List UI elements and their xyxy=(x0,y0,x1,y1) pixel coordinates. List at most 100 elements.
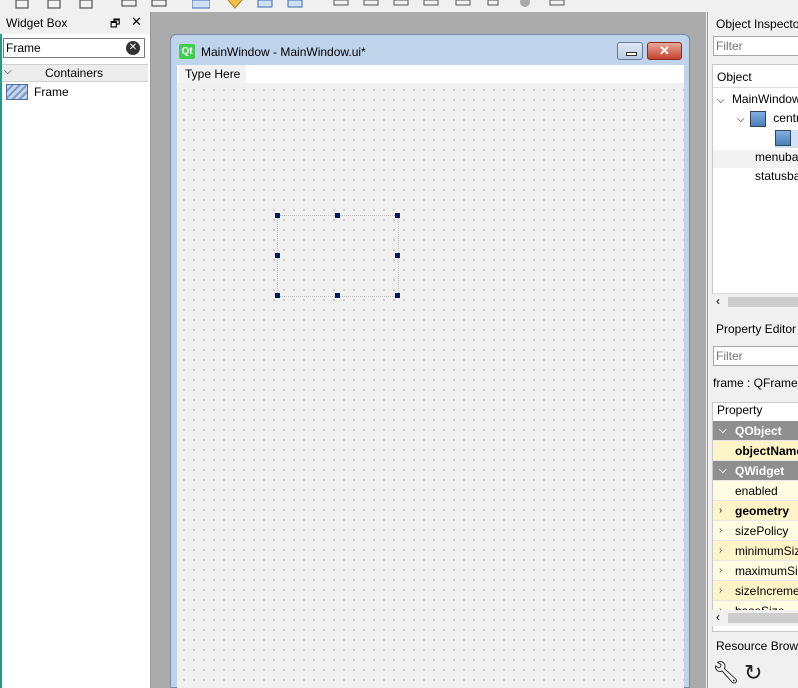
property-editor-title: Property Editor xyxy=(716,322,797,336)
float-icon[interactable]: 🗗 xyxy=(110,15,120,34)
widget-box-titlebar: Widget Box 🗗 ✕ xyxy=(0,12,150,34)
tree-item-statusbar[interactable]: statusbar xyxy=(755,169,798,183)
widget-box-title: Widget Box xyxy=(6,16,68,30)
property-header[interactable]: Property xyxy=(713,403,798,422)
object-inspector-titlebar: Object Inspector xyxy=(708,12,798,34)
property-maximumsize[interactable]: › maximumSize xyxy=(713,561,798,581)
tree-item-label: statusbar xyxy=(755,169,798,183)
selected-frame[interactable] xyxy=(275,213,400,298)
category-containers[interactable]: ⌵ Containers xyxy=(0,64,148,82)
qt-logo-icon: Qt xyxy=(179,44,195,59)
tree-item-mainwindow[interactable]: ⌵ MainWindow xyxy=(717,92,798,106)
object-tree-scrollbar[interactable]: ‹ xyxy=(712,293,798,310)
chevron-down-icon: ⌵ xyxy=(717,95,725,106)
form-canvas[interactable] xyxy=(177,83,684,688)
resize-handle-tl[interactable] xyxy=(275,213,280,218)
close-button[interactable]: ✕ xyxy=(647,42,682,60)
object-tree-header[interactable]: Object xyxy=(717,70,752,84)
object-filter-input[interactable] xyxy=(714,37,798,55)
property-enabled[interactable]: enabled xyxy=(713,481,798,501)
property-table: Property ⌵ QObject objectName ⌵ QWidget … xyxy=(712,402,798,632)
layout-grid-icon[interactable] xyxy=(422,0,440,9)
resource-browser-title: Resource Browser xyxy=(716,639,798,653)
undo-icon[interactable] xyxy=(120,0,138,9)
clear-filter-icon[interactable]: ✕ xyxy=(126,41,140,55)
adjust-size-icon[interactable] xyxy=(516,0,534,9)
break-layout-icon[interactable] xyxy=(486,0,504,9)
reload-icon[interactable]: ↻ xyxy=(744,660,762,686)
scroll-thumb[interactable] xyxy=(728,297,798,307)
widget-filter-input[interactable] xyxy=(4,39,123,57)
object-inspector-filter[interactable] xyxy=(713,36,798,56)
resize-handle-bc[interactable] xyxy=(335,293,340,298)
resource-browser-titlebar: Resource Browser xyxy=(708,634,798,656)
widget-box-panel: Widget Box 🗗 ✕ ✕ ⌵ Containers Frame xyxy=(0,12,151,688)
resize-handle-mr[interactable] xyxy=(395,253,400,258)
form-titlebar[interactable]: Qt MainWindow - MainWindow.ui* ✕ xyxy=(171,35,689,64)
tree-item-frame[interactable] xyxy=(775,130,798,148)
resize-handle-bl[interactable] xyxy=(275,293,280,298)
scroll-left-icon[interactable]: ‹ xyxy=(716,294,720,308)
property-group-qobject[interactable]: ⌵ QObject xyxy=(713,421,798,441)
redo-icon[interactable] xyxy=(150,0,168,9)
frame-icon xyxy=(6,84,28,100)
chevron-right-icon[interactable]: › xyxy=(719,581,722,601)
close-icon[interactable]: ✕ xyxy=(131,14,142,30)
chevron-down-icon: ⌵ xyxy=(737,114,745,126)
property-table-scrollbar[interactable]: ‹ xyxy=(712,610,798,626)
form-menubar[interactable]: Type Here xyxy=(177,65,684,83)
preview-icon[interactable] xyxy=(548,0,566,9)
scroll-left-icon[interactable]: ‹ xyxy=(716,610,720,624)
object-tree: Object ⌵ MainWindow ⌵ centralwidget menu… xyxy=(712,64,798,309)
layout-splitter-icon[interactable] xyxy=(392,0,410,9)
chevron-down-icon: ⌵ xyxy=(719,425,727,436)
edit-signals-icon[interactable] xyxy=(226,0,244,9)
chevron-right-icon[interactable]: › xyxy=(719,501,722,521)
right-dock: Object Inspector Object ⌵ MainWindow ⌵ c… xyxy=(707,12,798,688)
resize-handle-ml[interactable] xyxy=(275,253,280,258)
property-filter-input[interactable] xyxy=(714,347,798,365)
property-editor-filter[interactable] xyxy=(713,346,798,366)
chevron-right-icon[interactable]: › xyxy=(719,541,722,561)
category-label: Containers xyxy=(44,66,104,80)
property-sizepolicy[interactable]: › sizePolicy xyxy=(713,521,798,541)
widget-item-frame[interactable]: Frame xyxy=(6,84,69,100)
chevron-right-icon[interactable]: › xyxy=(719,561,722,581)
layout-horizontal-icon[interactable] xyxy=(332,0,350,9)
resize-handle-tr[interactable] xyxy=(395,213,400,218)
edit-tab-order-icon[interactable] xyxy=(286,0,304,9)
edit-buddies-icon[interactable] xyxy=(256,0,274,9)
tree-item-centralwidget[interactable]: ⌵ centralwidget xyxy=(737,111,798,127)
tree-item-label: MainWindow xyxy=(731,92,798,106)
toolbar xyxy=(0,0,798,11)
widget-box-filter[interactable]: ✕ xyxy=(3,38,145,58)
property-object-label: frame : QFrame xyxy=(713,376,798,390)
resize-handle-tc[interactable] xyxy=(335,213,340,218)
property-geometry[interactable]: › geometry xyxy=(713,501,798,521)
property-objectname[interactable]: objectName xyxy=(713,441,798,461)
minimize-button[interactable] xyxy=(617,42,643,60)
property-group-qwidget[interactable]: ⌵ QWidget xyxy=(713,461,798,481)
frame-widget-icon xyxy=(775,130,791,146)
tree-item-label: menubar xyxy=(755,150,798,164)
open-form-icon[interactable] xyxy=(46,0,64,9)
property-minimumsize[interactable]: › minimumSize xyxy=(713,541,798,561)
resize-handle-br[interactable] xyxy=(395,293,400,298)
wrench-icon[interactable]: 🔧︎ xyxy=(712,660,740,686)
chevron-right-icon[interactable]: › xyxy=(719,521,722,541)
type-here-menu[interactable]: Type Here xyxy=(179,65,247,83)
property-sizeincrement[interactable]: › sizeIncrement xyxy=(713,581,798,601)
object-inspector-title: Object Inspector xyxy=(716,17,798,31)
layout-form-icon[interactable] xyxy=(454,0,472,9)
widget-item-label: Frame xyxy=(34,85,69,99)
main-window-form[interactable]: Qt MainWindow - MainWindow.ui* ✕ Type He… xyxy=(170,34,690,688)
teal-edge xyxy=(0,34,2,688)
tree-item-label: centralwidget xyxy=(773,111,798,126)
tree-item-menubar[interactable]: menubar xyxy=(713,150,798,168)
save-form-icon[interactable] xyxy=(78,0,96,9)
chevron-down-icon: ⌵ xyxy=(719,465,727,476)
layout-vertical-icon[interactable] xyxy=(362,0,380,9)
new-form-icon[interactable] xyxy=(14,0,32,9)
edit-widgets-icon[interactable] xyxy=(192,0,210,9)
scroll-thumb[interactable] xyxy=(728,613,798,623)
